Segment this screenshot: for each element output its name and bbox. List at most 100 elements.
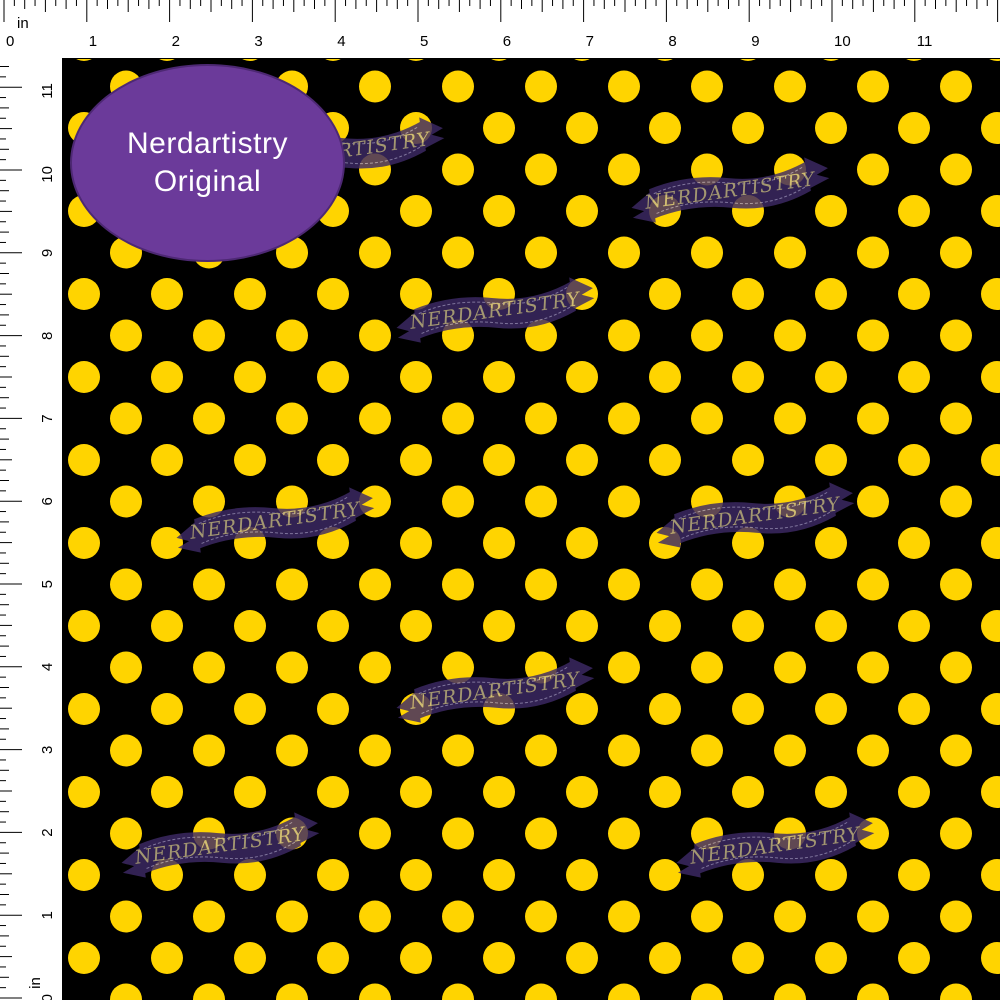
polka-dot <box>276 569 308 601</box>
polka-dot <box>193 569 225 601</box>
polka-dot <box>940 403 972 435</box>
polka-dot <box>359 237 391 269</box>
polka-dot <box>276 984 308 1001</box>
watermark-ribbon: NERDARTISTRY <box>118 809 322 880</box>
polka-dot <box>981 527 1000 559</box>
polka-dot <box>981 776 1000 808</box>
polka-dot <box>815 195 847 227</box>
polka-dot <box>649 942 681 974</box>
polka-dot <box>400 859 432 891</box>
polka-dot <box>857 901 889 933</box>
polka-dot <box>857 735 889 767</box>
polka-dot <box>566 610 598 642</box>
polka-dot <box>317 942 349 974</box>
polka-dot <box>483 859 515 891</box>
polka-dot <box>898 59 930 61</box>
top-ruler-number: 4 <box>337 33 345 50</box>
polka-dot <box>649 361 681 393</box>
polka-dot <box>608 320 640 352</box>
watermark-ribbon: NERDARTISTRY <box>628 154 832 225</box>
left-ruler-number: 10 <box>39 166 56 183</box>
polka-dot <box>566 942 598 974</box>
polka-dot <box>525 569 557 601</box>
polka-dot <box>68 444 100 476</box>
polka-dot <box>525 901 557 933</box>
polka-dot <box>110 901 142 933</box>
polka-dot <box>566 361 598 393</box>
polka-dot <box>691 237 723 269</box>
polka-dot <box>151 942 183 974</box>
polka-dot <box>732 610 764 642</box>
polka-dot <box>442 569 474 601</box>
polka-dot <box>483 444 515 476</box>
polka-dot <box>898 112 930 144</box>
badge-line-2: Original <box>154 163 261 201</box>
top-ruler-scale: 0123456789101112in <box>0 0 1000 58</box>
polka-dot <box>898 195 930 227</box>
polka-dot <box>400 444 432 476</box>
polka-dot <box>68 361 100 393</box>
polka-dot <box>359 320 391 352</box>
polka-dot <box>525 237 557 269</box>
polka-dot <box>110 486 142 518</box>
polka-dot <box>110 569 142 601</box>
polka-dot <box>608 237 640 269</box>
polka-dot <box>193 652 225 684</box>
polka-dot <box>608 735 640 767</box>
left-ruler-number: 11 <box>39 83 56 99</box>
polka-dot <box>359 818 391 850</box>
polka-dot <box>483 59 515 61</box>
polka-dot <box>483 195 515 227</box>
polka-dot <box>608 569 640 601</box>
left-ruler-number: 6 <box>39 497 56 505</box>
polka-dot <box>400 59 432 61</box>
left-ruler-unit: in <box>27 977 44 989</box>
polka-dot <box>234 610 266 642</box>
polka-dot <box>483 112 515 144</box>
top-ruler-number: 2 <box>172 33 180 50</box>
left-ruler-number: 0 <box>39 994 56 1000</box>
polka-dot <box>566 693 598 725</box>
polka-dot <box>442 818 474 850</box>
polka-dot <box>151 693 183 725</box>
polka-dot <box>317 444 349 476</box>
polka-dot <box>691 71 723 103</box>
polka-dot <box>774 403 806 435</box>
polka-dot <box>815 278 847 310</box>
polka-dot <box>898 361 930 393</box>
polka-dot <box>815 859 847 891</box>
polka-dot <box>691 652 723 684</box>
polka-dot <box>566 112 598 144</box>
polka-dot <box>151 610 183 642</box>
top-ruler-number: 3 <box>254 33 262 50</box>
polka-dot <box>940 71 972 103</box>
polka-dot <box>815 693 847 725</box>
polka-dot <box>234 693 266 725</box>
polka-dot <box>981 112 1000 144</box>
polka-dot <box>981 444 1000 476</box>
polka-dot <box>359 403 391 435</box>
polka-dot <box>732 693 764 725</box>
polka-dot <box>815 112 847 144</box>
polka-dot <box>566 859 598 891</box>
polka-dot <box>857 652 889 684</box>
polka-dot <box>898 444 930 476</box>
left-ruler-number: 5 <box>39 580 56 588</box>
polka-dot <box>981 361 1000 393</box>
polka-dot <box>732 278 764 310</box>
polka-dot <box>151 361 183 393</box>
polka-dot <box>815 361 847 393</box>
polka-dot <box>151 278 183 310</box>
polka-dot <box>981 278 1000 310</box>
top-ruler: 0123456789101112in <box>0 0 1000 59</box>
polka-dot <box>110 818 142 850</box>
polka-dot <box>525 403 557 435</box>
top-ruler-number: 10 <box>834 33 851 50</box>
left-ruler: 11109876543210in <box>0 58 63 1000</box>
polka-dot <box>68 859 100 891</box>
polka-dot <box>110 652 142 684</box>
polka-dot <box>525 71 557 103</box>
polka-dot <box>400 610 432 642</box>
polka-dot <box>110 735 142 767</box>
polka-dot <box>691 320 723 352</box>
